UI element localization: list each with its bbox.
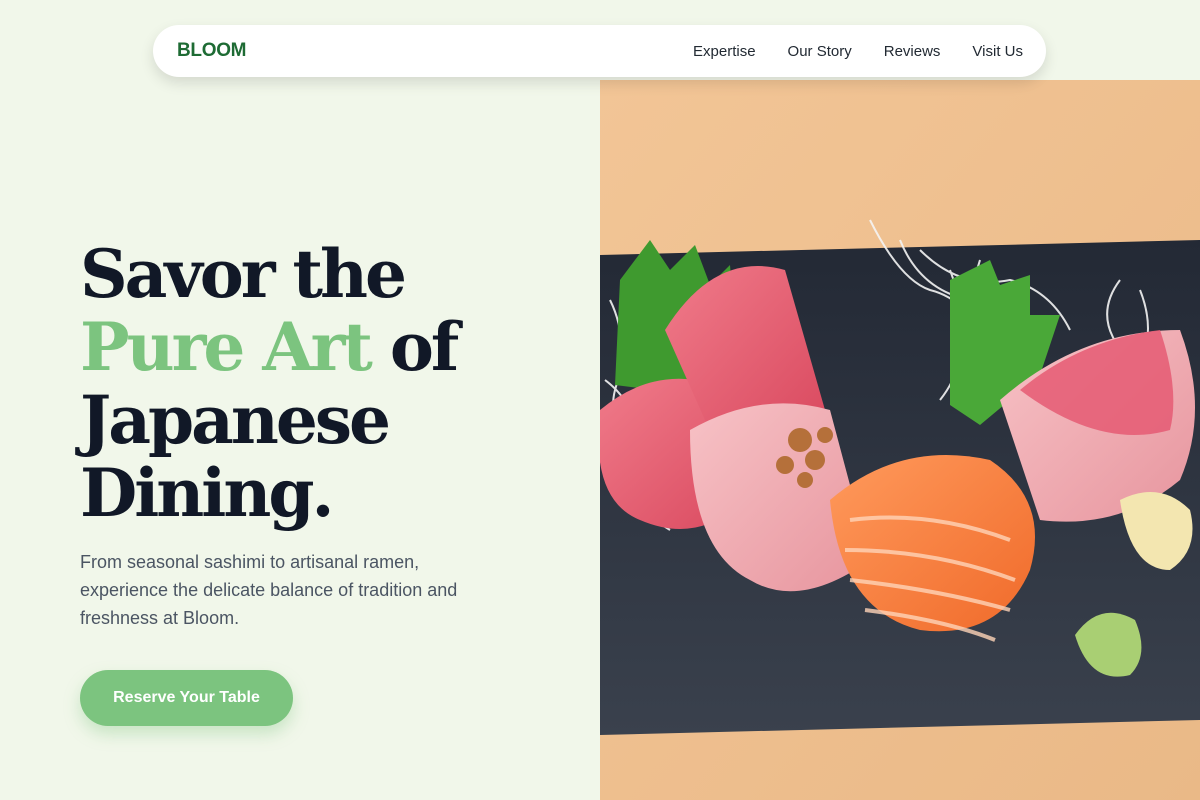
sashimi-platter-photo (600, 80, 1200, 800)
nav-item-expertise[interactable]: Expertise (693, 43, 756, 60)
brand-logo[interactable]: BLOOM (177, 40, 247, 62)
hero-headline: Savor the Pure Art of Japanese Dining. (80, 238, 580, 530)
headline-line-4: Dining. (80, 454, 334, 532)
nav-item-our-story[interactable]: Our Story (788, 43, 852, 60)
hero-subtitle: From seasonal sashimi to artisanal ramen… (80, 552, 458, 628)
headline-line-2-rest: of (389, 308, 459, 386)
nav-item-reviews[interactable]: Reviews (884, 43, 941, 60)
headline-line-1: Savor the (80, 235, 407, 313)
nav-links: Expertise Our Story Reviews Visit Us (693, 43, 1023, 60)
top-navbar: BLOOM Expertise Our Story Reviews Visit … (153, 25, 1046, 77)
headline-accent: Pure Art (80, 308, 373, 386)
hero-text: Savor the Pure Art of Japanese Dining. F… (80, 238, 580, 632)
headline-line-3: Japanese (80, 381, 391, 459)
nav-item-visit-us[interactable]: Visit Us (972, 43, 1023, 60)
reserve-table-button[interactable]: Reserve Your Table (80, 670, 293, 726)
